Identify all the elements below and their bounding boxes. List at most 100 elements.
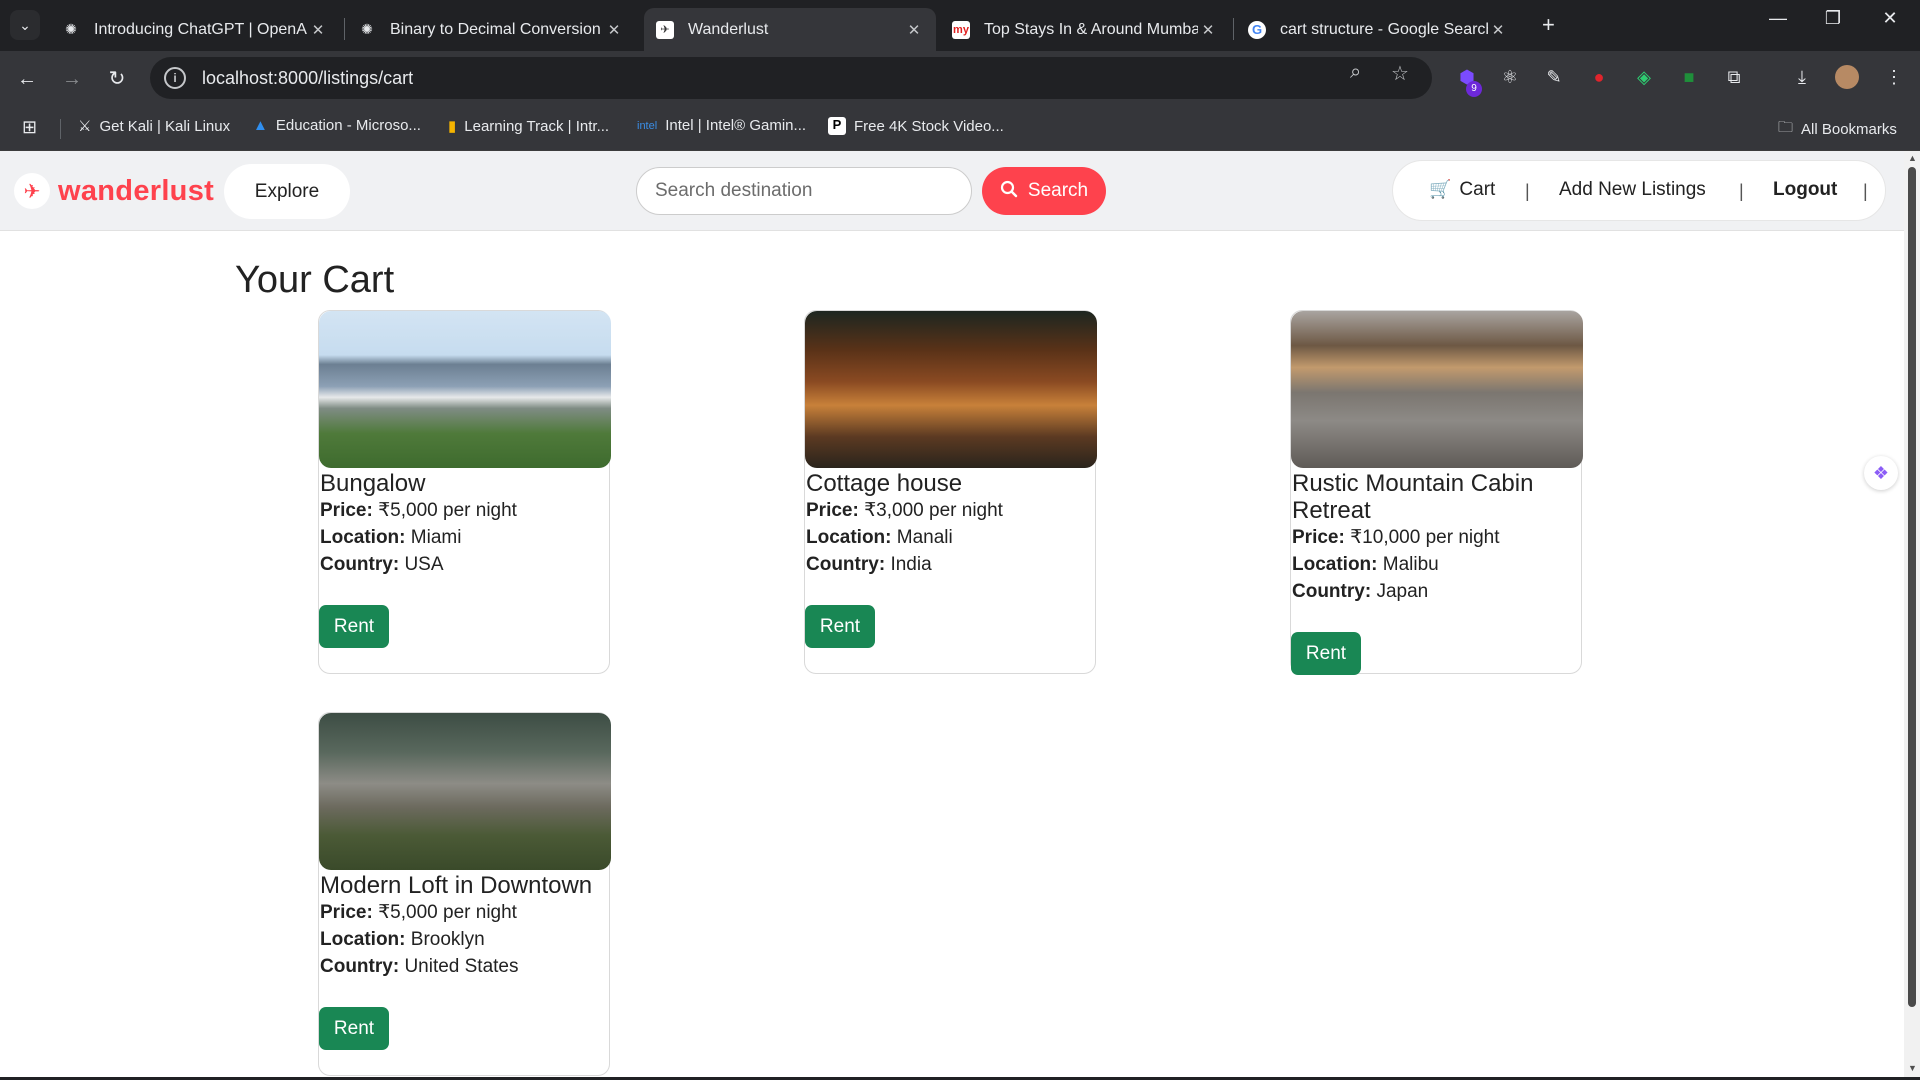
all-bookmarks[interactable]: 🗀 All Bookmarks: [1778, 117, 1897, 142]
tab-title: Wanderlust: [688, 20, 769, 38]
back-icon[interactable]: ←: [12, 64, 42, 94]
listing-image: [1291, 311, 1583, 468]
rent-button[interactable]: Rent: [1291, 632, 1361, 675]
extension-green-icon[interactable]: ■: [1676, 64, 1702, 90]
country-label: Country:: [320, 956, 400, 977]
google-icon: G: [1248, 20, 1266, 39]
bookmark-item[interactable]: ▮ Learning Track | Intr...: [448, 117, 610, 136]
apps-grid-icon[interactable]: ⊞: [22, 117, 37, 138]
rent-button[interactable]: Rent: [319, 605, 389, 648]
adblock-icon[interactable]: ●: [1586, 64, 1612, 90]
rent-button[interactable]: Rent: [805, 605, 875, 648]
close-icon[interactable]: ✕: [1488, 21, 1508, 39]
zoom-icon[interactable]: ⌕: [1350, 61, 1361, 84]
listing-country: Country: Japan: [1291, 578, 1581, 605]
cart-link[interactable]: 🛒 Cart: [1429, 179, 1495, 201]
close-icon[interactable]: ✕: [308, 21, 328, 39]
listing-location: Location: Manali: [805, 524, 1095, 551]
color-picker-icon[interactable]: ✎: [1541, 64, 1567, 90]
country-label: Country:: [1292, 581, 1372, 602]
page-scrollbar[interactable]: ▲ ▼: [1904, 151, 1920, 1077]
nav-separator: |: [1739, 181, 1744, 201]
close-icon[interactable]: ✕: [1198, 21, 1218, 39]
bookmark-item[interactable]: ⚔ Get Kali | Kali Linux: [78, 117, 230, 136]
country-value: Japan: [1376, 581, 1429, 602]
folder-icon: 🗀: [1778, 119, 1794, 136]
listing-country: Country: India: [805, 551, 1095, 578]
extension-leaf-icon[interactable]: ◈: [1631, 64, 1657, 90]
scroll-down-arrow[interactable]: ▼: [1908, 1063, 1917, 1073]
page-viewport: ✈ wanderlust Explore Search 🛒 Cart | Add …: [0, 151, 1904, 1077]
reload-icon[interactable]: ↻: [102, 64, 132, 94]
menu-kebab-icon[interactable]: ⋮: [1881, 64, 1907, 90]
explore-button[interactable]: Explore: [224, 164, 350, 219]
browser-tab[interactable]: ✺ Binary to Decimal Conversion ✕: [346, 8, 636, 51]
tab-title: Top Stays In & Around Mumbai: [984, 20, 1198, 38]
close-window-icon[interactable]: ✕: [1870, 8, 1910, 29]
browser-tab-active[interactable]: ✈ Wanderlust ✕: [644, 8, 936, 51]
browser-tab[interactable]: my Top Stays In & Around Mumbai ✕: [940, 8, 1230, 51]
address-url[interactable]: localhost:8000/listings/cart: [202, 68, 413, 89]
browser-tab-strip: ⌄ ✺ Introducing ChatGPT | OpenAI ✕ ✺ Bin…: [0, 0, 1920, 51]
tab-search-button[interactable]: ⌄: [10, 10, 40, 40]
brand-name: wanderlust: [58, 174, 215, 207]
listing-location: Location: Brooklyn: [319, 926, 609, 953]
brand-logo-link[interactable]: ✈ wanderlust: [14, 173, 214, 209]
listing-card[interactable]: Cottage house Price: ₹3,000 per night Lo…: [804, 310, 1097, 674]
browser-toolbar: ← → ↻ i localhost:8000/listings/cart ⌕ ☆…: [0, 51, 1920, 107]
bookmarks-bar: ⊞ ⚔ Get Kali | Kali Linux ▲ Education - Mi…: [0, 107, 1920, 151]
scroll-up-arrow[interactable]: ▲: [1908, 153, 1917, 163]
address-bar[interactable]: i localhost:8000/listings/cart: [150, 57, 1432, 99]
forward-icon[interactable]: →: [57, 64, 87, 94]
listing-image: [319, 311, 611, 468]
search-button[interactable]: Search: [982, 167, 1106, 215]
listing-card[interactable]: Modern Loft in Downtown Price: ₹5,000 pe…: [318, 712, 611, 1076]
minimize-icon[interactable]: —: [1758, 8, 1798, 29]
browser-tab[interactable]: ✺ Introducing ChatGPT | OpenAI ✕: [50, 8, 340, 51]
listing-location: Location: Malibu: [1291, 551, 1581, 578]
bookmark-label: Learning Track | Intr...: [464, 117, 610, 135]
listing-country: Country: United States: [319, 953, 609, 980]
chart-icon: ▮: [448, 118, 457, 135]
search-input[interactable]: [636, 167, 972, 215]
cart-icon: 🛒: [1429, 179, 1452, 199]
bookmark-item[interactable]: P Free 4K Stock Video...: [828, 117, 1004, 135]
price-value: ₹5,000 per night: [378, 500, 517, 521]
price-value: ₹3,000 per night: [864, 500, 1003, 521]
rent-button[interactable]: Rent: [319, 1007, 389, 1050]
restore-icon[interactable]: ❐: [1813, 8, 1853, 29]
listing-image: [319, 713, 611, 870]
makemytrip-icon: my: [952, 20, 970, 39]
react-devtools-icon[interactable]: ⚛: [1497, 64, 1523, 90]
download-icon[interactable]: ⤓: [1789, 64, 1815, 90]
tab-title: Binary to Decimal Conversion: [390, 20, 601, 38]
location-label: Location:: [320, 527, 406, 548]
location-label: Location:: [320, 929, 406, 950]
airplane-icon: ✈: [656, 20, 674, 39]
assistant-widget-icon[interactable]: ❖: [1864, 456, 1898, 490]
close-icon[interactable]: ✕: [604, 21, 624, 39]
close-icon[interactable]: ✕: [904, 21, 924, 39]
listing-card[interactable]: Rustic Mountain Cabin Retreat Price: ₹10…: [1290, 310, 1583, 675]
scrollbar-thumb[interactable]: [1908, 167, 1916, 1007]
add-listing-link[interactable]: Add New Listings: [1559, 179, 1706, 201]
extensions-puzzle-icon[interactable]: ⧉: [1721, 64, 1747, 90]
price-value: ₹10,000 per night: [1350, 527, 1500, 548]
bookmark-star-icon[interactable]: ☆: [1391, 61, 1409, 86]
location-value: Brooklyn: [410, 929, 485, 950]
tab-title: Introducing ChatGPT | OpenAI: [94, 20, 308, 38]
browser-tab[interactable]: G cart structure - Google Search ✕: [1236, 8, 1520, 51]
bookmark-item[interactable]: ▲ Education - Microso...: [253, 117, 421, 134]
logout-link[interactable]: Logout: [1773, 179, 1837, 201]
listing-name: Bungalow: [320, 470, 426, 497]
search-button-label: Search: [1027, 180, 1089, 201]
listing-card[interactable]: Bungalow Price: ₹5,000 per night Locatio…: [318, 310, 611, 674]
profile-avatar[interactable]: [1834, 64, 1860, 90]
new-tab-button[interactable]: +: [1542, 12, 1555, 38]
bookmark-item[interactable]: intel Intel | Intel® Gamin...: [637, 117, 806, 134]
nav-separator: |: [1525, 181, 1530, 201]
site-info-icon[interactable]: i: [164, 67, 186, 89]
bookmark-label: Intel | Intel® Gamin...: [665, 117, 807, 134]
tab-separator: [1233, 18, 1234, 40]
kali-icon: ⚔: [78, 118, 92, 135]
